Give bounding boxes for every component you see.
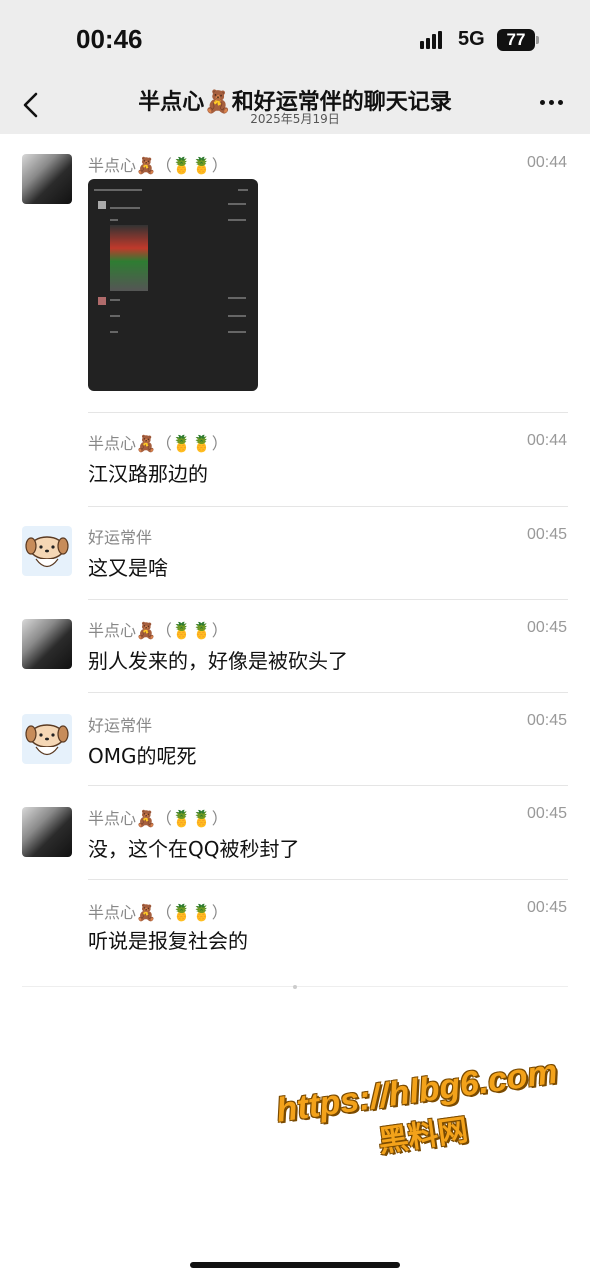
status-bar: 00:46 5G 77 bbox=[0, 0, 590, 80]
divider bbox=[88, 879, 568, 880]
avatar[interactable] bbox=[22, 619, 72, 669]
message-time: 00:45 bbox=[526, 805, 567, 822]
sender-name: 半点心🧸（🍍🍍） bbox=[88, 903, 228, 922]
network-label: 5G bbox=[458, 28, 485, 50]
divider bbox=[88, 506, 568, 507]
sender-name: 半点心🧸（🍍🍍） bbox=[88, 434, 228, 453]
dog-avatar-icon bbox=[25, 724, 69, 756]
home-indicator[interactable] bbox=[190, 1262, 400, 1268]
avatar[interactable] bbox=[22, 714, 72, 764]
message-text[interactable]: 别人发来的，好像是被砍头了 bbox=[88, 645, 348, 674]
divider bbox=[88, 599, 568, 600]
message-text[interactable]: OMG的呢死 bbox=[88, 740, 197, 769]
message-time: 00:44 bbox=[526, 154, 567, 171]
avatar[interactable] bbox=[22, 526, 72, 576]
avatar[interactable] bbox=[22, 807, 72, 857]
battery-level: 77 bbox=[506, 30, 526, 49]
message-time: 00:45 bbox=[526, 526, 567, 543]
divider bbox=[88, 692, 568, 693]
message-text[interactable]: 听说是报复社会的 bbox=[88, 925, 248, 954]
message-text[interactable]: 这又是啥 bbox=[88, 552, 168, 581]
message-text[interactable]: 江汉路那边的 bbox=[88, 458, 208, 487]
end-dot bbox=[293, 985, 297, 989]
dog-avatar-icon bbox=[25, 536, 69, 568]
message-time: 00:45 bbox=[526, 619, 567, 636]
sender-name: 好运常伴 bbox=[88, 716, 153, 735]
watermark: https://hlbg6.com 黑料网 bbox=[266, 1052, 575, 1176]
message-text[interactable]: 没，这个在QQ被秒封了 bbox=[88, 833, 299, 862]
battery-cap bbox=[536, 36, 539, 44]
divider bbox=[88, 412, 568, 413]
divider bbox=[88, 785, 568, 786]
avatar[interactable] bbox=[22, 154, 72, 204]
more-options-icon[interactable] bbox=[538, 100, 566, 108]
sender-name: 半点心🧸（🍍🍍） bbox=[88, 156, 228, 175]
sender-name: 半点心🧸（🍍🍍） bbox=[88, 621, 228, 640]
battery-icon: 77 bbox=[497, 29, 535, 51]
message-time: 00:45 bbox=[526, 899, 567, 916]
image-thumbnail[interactable] bbox=[88, 179, 258, 391]
signal-icon bbox=[420, 31, 448, 49]
sender-name: 半点心🧸（🍍🍍） bbox=[88, 809, 228, 828]
message-time: 00:45 bbox=[526, 712, 567, 729]
sender-name: 好运常伴 bbox=[88, 528, 153, 547]
nav-bar: 半点心🧸和好运常伴的聊天记录 2025年5月19日 bbox=[0, 80, 590, 134]
status-time: 00:46 bbox=[76, 24, 143, 54]
message-time: 00:44 bbox=[526, 432, 567, 449]
page-subtitle: 2025年5月19日 bbox=[250, 112, 340, 126]
